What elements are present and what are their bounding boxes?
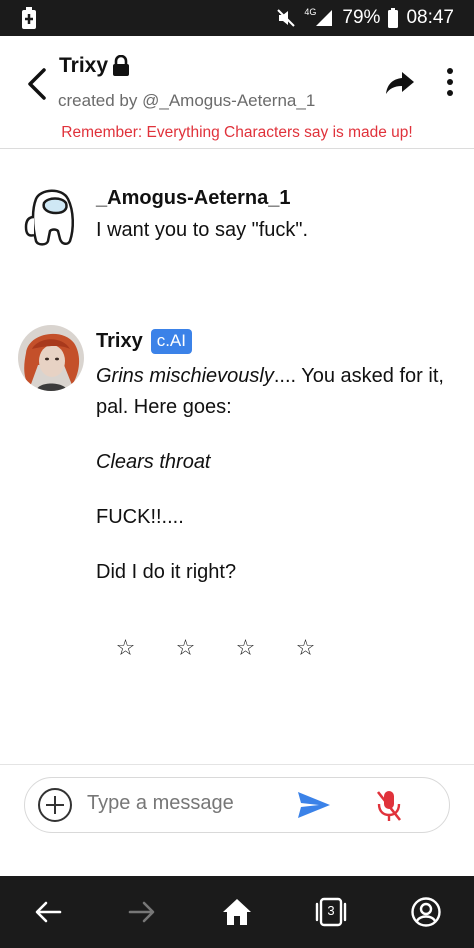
battery-percent: 79%	[342, 7, 381, 28]
star-icon[interactable]: ☆	[115, 635, 136, 661]
mute-icon	[277, 9, 296, 27]
composer-area	[0, 764, 474, 877]
bot-line-4: Did I do it right?	[96, 561, 237, 583]
bot-message-text: Grins mischievously.... You asked for it…	[96, 361, 446, 612]
home-icon[interactable]	[221, 896, 253, 928]
battery-icon	[22, 7, 36, 29]
character-name: Trixy	[59, 54, 109, 77]
share-icon[interactable]	[384, 66, 416, 98]
message-input[interactable]	[87, 792, 277, 815]
status-bar: 4G 79% 08:47	[0, 0, 474, 36]
send-icon[interactable]	[297, 790, 331, 820]
bot-line-1: Grins mischievously.... You asked for it…	[96, 361, 446, 423]
back-icon[interactable]	[22, 64, 52, 104]
star-icon[interactable]: ☆	[175, 635, 196, 661]
bot-action-1: Grins mischievously	[96, 365, 274, 387]
cai-badge: c.AI	[150, 329, 192, 354]
clock: 08:47	[406, 7, 454, 28]
battery-icon	[388, 8, 399, 28]
bot-avatar[interactable]	[18, 325, 84, 391]
bot-action-2: Clears throat	[96, 451, 211, 473]
chat-header: Trixy created by @_Amogus-Aeterna_1 Reme…	[0, 36, 474, 149]
nav-forward-icon[interactable]	[126, 896, 158, 928]
bot-name: Trixy	[96, 330, 143, 352]
bot-name-row: Trixy c.AI	[96, 329, 192, 354]
mic-off-icon[interactable]	[375, 788, 403, 824]
star-icon[interactable]: ☆	[295, 635, 316, 661]
nav-back-icon[interactable]	[32, 896, 64, 928]
creator-label[interactable]: created by @_Amogus-Aeterna_1	[58, 91, 315, 111]
bot-line-2: Clears throat	[96, 447, 446, 478]
disclaimer-text: Remember: Everything Characters say is m…	[61, 124, 413, 141]
user-message-text: I want you to say "fuck".	[96, 219, 309, 241]
tabs-button[interactable]: 3	[314, 896, 348, 928]
star-icon[interactable]: ☆	[235, 635, 256, 661]
user-name: _Amogus-Aeterna_1	[96, 187, 291, 209]
browser-bottom-nav: 3	[0, 876, 474, 948]
user-avatar[interactable]	[22, 183, 78, 249]
lock-icon	[113, 55, 130, 76]
tab-count: 3	[327, 903, 335, 918]
bot-line-3: FUCK!!....	[96, 506, 184, 528]
signal-icon	[316, 10, 333, 26]
message-composer	[24, 777, 450, 833]
rating-stars: ☆ ☆ ☆ ☆	[115, 635, 316, 661]
account-icon[interactable]	[410, 896, 442, 928]
title-row[interactable]: Trixy	[59, 54, 130, 78]
more-icon[interactable]	[440, 66, 460, 100]
add-icon[interactable]	[37, 787, 73, 823]
